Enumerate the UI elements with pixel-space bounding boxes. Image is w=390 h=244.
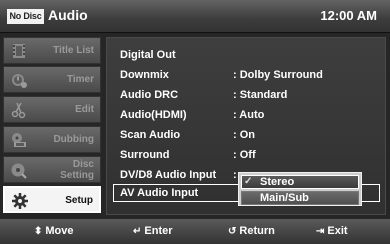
setting-value: : Off: [233, 149, 256, 161]
gear-icon: [11, 192, 29, 210]
setting-value: : On: [233, 129, 255, 141]
setting-label: Audio(HDMI): [120, 109, 187, 121]
header-bar: No Disc Audio 12:00 AM: [0, 0, 390, 33]
return-icon: ↺: [228, 226, 237, 237]
dubbing-icon: [10, 131, 28, 149]
setting-row-audio-hdmi[interactable]: Audio(HDMI) : Auto: [107, 106, 387, 124]
footer-hint-bar: ⬍ Move ↵ Enter ↺ Return ⇥ Exit: [0, 219, 390, 244]
exit-icon: ⇥: [316, 226, 325, 237]
option-label: Stereo: [260, 176, 295, 188]
hint-label: Return: [239, 225, 275, 237]
setting-row-scan-audio[interactable]: Scan Audio : On: [107, 126, 387, 144]
setup-screen: No Disc Audio 12:00 AM Title List Timer …: [0, 0, 390, 244]
hint-exit: ⇥ Exit: [316, 225, 348, 237]
setting-value: :: [233, 169, 237, 181]
hint-enter: ↵ Enter: [133, 225, 173, 237]
option-popup: ✓ Stereo Main/Sub: [238, 172, 362, 206]
setting-label: Scan Audio: [120, 129, 181, 141]
hint-label: Exit: [327, 225, 348, 237]
sidebar-item-label: Dubbing: [53, 134, 94, 145]
hint-return: ↺ Return: [228, 225, 275, 237]
setting-label: Surround: [120, 149, 170, 161]
scissors-icon: [10, 101, 28, 119]
hint-label: Enter: [144, 225, 173, 237]
sidebar-item-label: Edit: [75, 104, 94, 115]
setting-label: DV/D8 Audio Input: [120, 169, 217, 181]
setting-row-surround[interactable]: Surround : Off: [107, 146, 387, 164]
hint-label: Move: [45, 225, 74, 237]
option-stereo[interactable]: ✓ Stereo: [241, 175, 359, 189]
sidebar-item-edit[interactable]: Edit: [3, 96, 101, 123]
clock-icon: [10, 71, 28, 89]
sidebar-item-label: Timer: [66, 74, 94, 85]
setting-value: : Standard: [233, 89, 288, 101]
option-label: Main/Sub: [260, 192, 309, 204]
up-down-arrow-icon: ⬍: [34, 226, 43, 237]
sidebar-item-dubbing[interactable]: Dubbing: [3, 126, 101, 153]
clock: 12:00 AM: [320, 8, 377, 23]
film-icon: [10, 42, 28, 60]
sidebar-item-setup[interactable]: Setup: [3, 186, 101, 213]
disc-status-badge: No Disc: [7, 9, 44, 24]
setting-label: Downmix: [120, 69, 169, 81]
setting-label: Digital Out: [120, 49, 176, 61]
setting-label: Audio DRC: [120, 89, 179, 101]
disc-icon: [10, 161, 28, 179]
setting-label: AV Audio Input: [120, 187, 199, 199]
setting-row-downmix[interactable]: Downmix : Dolby Surround: [107, 66, 387, 84]
sidebar-item-label: Title List: [53, 45, 94, 56]
enter-icon: ↵: [133, 226, 142, 237]
check-icon: ✓: [244, 176, 253, 187]
sidebar-item-label: Setup: [65, 195, 93, 206]
setting-row-audio-drc[interactable]: Audio DRC : Standard: [107, 86, 387, 104]
option-main-sub[interactable]: Main/Sub: [241, 191, 359, 205]
sidebar-item-title-list[interactable]: Title List: [3, 37, 101, 64]
hint-move: ⬍ Move: [34, 225, 74, 237]
setting-value: : Dolby Surround: [233, 69, 323, 81]
setting-row-digital-out[interactable]: Digital Out: [107, 46, 387, 64]
sidebar-item-timer[interactable]: Timer: [3, 66, 101, 93]
sidebar-item-label: Disc Setting: [60, 159, 94, 181]
page-title: Audio: [48, 7, 88, 23]
sidebar: Title List Timer Edit Dubbing Disc Setti…: [3, 37, 101, 215]
setting-value: : Auto: [233, 109, 265, 121]
sidebar-item-disc-setting[interactable]: Disc Setting: [3, 156, 101, 183]
